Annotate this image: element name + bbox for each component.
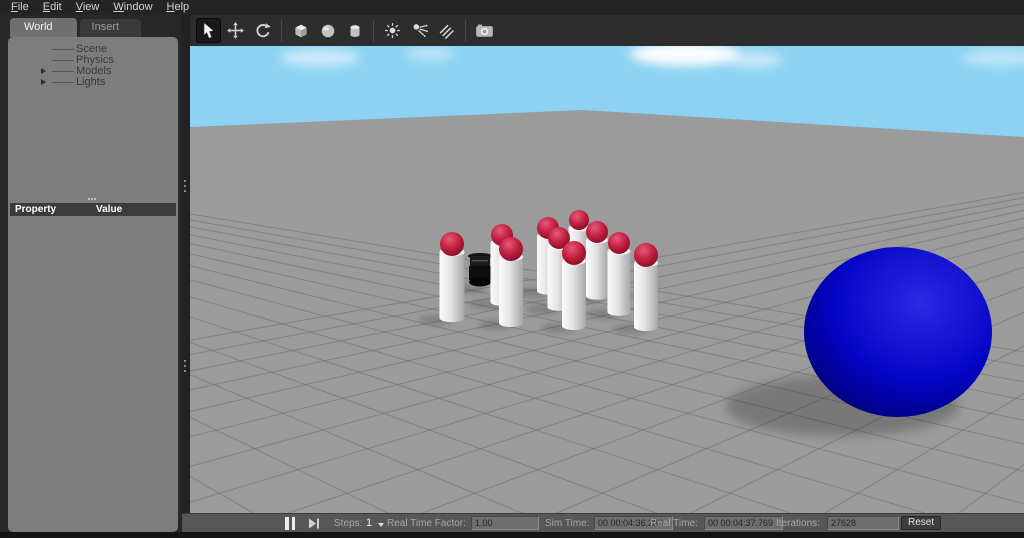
tree-branch-line — [52, 49, 74, 50]
expand-arrow-icon[interactable] — [41, 68, 46, 74]
steps-value[interactable]: 1 — [366, 517, 372, 529]
cursor-arrow-icon — [204, 23, 214, 38]
spot-light-icon — [413, 24, 428, 37]
step-button[interactable] — [309, 518, 320, 529]
insert-cylinder-button[interactable] — [342, 18, 367, 43]
panel-tabs: World Insert — [10, 15, 142, 37]
vertical-splitter[interactable] — [181, 15, 190, 532]
toolbar-separator — [281, 19, 282, 42]
pause-button[interactable] — [282, 517, 298, 530]
camera-icon — [476, 24, 493, 37]
property-column-header: Property — [15, 204, 57, 215]
steps-label: Steps: — [334, 518, 363, 529]
menu-window[interactable]: Window — [106, 1, 159, 14]
insert-box-button[interactable] — [288, 18, 313, 43]
playback-bar: Steps: 1 Real Time Factor: 1.00 Sim Time… — [182, 513, 1024, 532]
insert-directional-light-button[interactable] — [434, 18, 459, 43]
left-panel: World Insert Scene Physics Models Lights… — [0, 15, 182, 538]
insert-spot-light-button[interactable] — [407, 18, 432, 43]
menu-help[interactable]: Help — [160, 1, 197, 14]
tree-item-lights[interactable]: Lights — [8, 77, 178, 88]
scene-toolbar — [190, 15, 1024, 46]
translate-mode-button[interactable] — [223, 18, 248, 43]
box-icon — [294, 24, 307, 37]
iterations-label: Iterations: — [776, 518, 820, 529]
insert-sphere-button[interactable] — [315, 18, 340, 43]
sim-time-label: Sim Time: — [545, 518, 590, 529]
simulation-scene — [190, 46, 1024, 513]
directional-light-icon — [439, 24, 454, 39]
step-forward-icon — [309, 518, 319, 529]
reset-button[interactable]: Reset — [901, 516, 942, 530]
select-mode-button[interactable] — [196, 18, 221, 43]
horizontal-splitter-grip[interactable] — [88, 198, 98, 201]
tab-world[interactable]: World — [10, 18, 77, 37]
rotate-icon — [256, 23, 271, 38]
menu-bar: File Edit View Window Help — [0, 0, 1024, 15]
sphere-icon — [321, 24, 334, 37]
splitter-grip[interactable] — [184, 360, 187, 372]
toolbar-separator — [373, 19, 374, 42]
menu-file[interactable]: File — [4, 1, 36, 14]
menu-edit[interactable]: Edit — [36, 1, 69, 14]
gazebo-window: File Edit View Window Help World Insert … — [0, 0, 1024, 538]
world-tree: Scene Physics Models Lights — [8, 37, 178, 88]
rotate-mode-button[interactable] — [250, 18, 275, 43]
point-light-icon — [385, 23, 400, 38]
world-panel: Scene Physics Models Lights Property Val… — [8, 37, 178, 532]
toolbar-separator — [465, 19, 466, 42]
value-column-header: Value — [96, 204, 123, 215]
cylinder-icon — [350, 24, 359, 37]
window-bottom-edge — [0, 532, 1024, 538]
real-time-field[interactable]: 00 00:04:37.769 — [704, 516, 783, 530]
menu-view[interactable]: View — [69, 1, 107, 14]
tree-branch-line — [52, 82, 74, 83]
tree-branch-line — [52, 60, 74, 61]
real-time-label: Real Time: — [650, 518, 698, 529]
tree-branch-line — [52, 71, 74, 72]
insert-point-light-button[interactable] — [380, 18, 405, 43]
expand-arrow-icon[interactable] — [41, 79, 46, 85]
rtf-label: Real Time Factor: — [387, 518, 466, 529]
property-table-header: Property Value — [10, 203, 176, 216]
tree-item-label: Lights — [76, 76, 106, 88]
iterations-field[interactable]: 27628 — [827, 516, 899, 530]
chevron-down-icon[interactable] — [378, 523, 384, 527]
3d-viewport[interactable] — [190, 46, 1024, 513]
tab-insert[interactable]: Insert — [79, 19, 142, 37]
translate-icon — [227, 22, 244, 39]
screenshot-button[interactable] — [472, 18, 497, 43]
rtf-field[interactable]: 1.00 — [471, 516, 539, 530]
splitter-grip[interactable] — [184, 180, 187, 192]
